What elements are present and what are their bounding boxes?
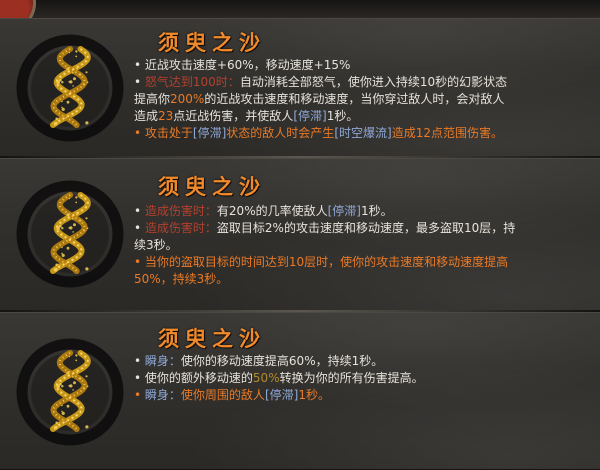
description-line: • 造成伤害时：有20%的几率使敌人[停滞]1秒。 xyxy=(134,203,586,220)
description-line: 造成23点近战伤害，并使敌人[停滞]1秒。 xyxy=(134,108,586,125)
status-keyword: [停滞] xyxy=(192,126,227,140)
status-keyword: [时空爆流] xyxy=(334,126,392,140)
description-text: 当你的盗取目标的时间达到10层时，使你的攻击速度和移动速度提高 xyxy=(144,255,509,269)
description-line: • 瞬身：使你周围的敌人[停滞]1秒。 xyxy=(134,387,586,404)
description-text: 续3秒。 xyxy=(134,238,178,252)
description-line: • 造成伤害时：盗取目标2%的攻击速度和移动速度，最多盗取10层，持 xyxy=(134,220,586,237)
bullet-icon: • xyxy=(134,221,145,235)
description-text: 点近战伤害，并使敌人 xyxy=(173,109,294,123)
golden-sand-helix-icon xyxy=(14,177,126,289)
item-card-2[interactable]: 须臾之沙 • 造成伤害时：有20%的几率使敌人[停滞]1秒。 • 造成伤害时：盗取… xyxy=(0,158,600,312)
item-description: • 造成伤害时：有20%的几率使敌人[停滞]1秒。 • 造成伤害时：盗取目标2%的… xyxy=(134,203,586,288)
description-text: 1秒。 xyxy=(298,388,330,402)
description-line: 续3秒。 xyxy=(134,237,586,254)
status-keyword: 瞬身： xyxy=(144,354,181,368)
description-text: 23 xyxy=(158,109,174,123)
description-line: • 攻击处于[停滞]状态的敌人时会产生[时空爆流]造成12点范围伤害。 xyxy=(134,125,586,142)
item-card-3[interactable]: 须臾之沙 • 瞬身：使你的移动速度提高60%，持续1秒。 • 使你的额外移动速的5… xyxy=(0,312,600,470)
trigger-keyword: 怒气达到100时： xyxy=(144,75,240,89)
item-description: • 近战攻击速度+60%，移动速度+15% • 怒气达到100时：自动消耗全部怒气… xyxy=(134,57,586,142)
bullet-icon: • xyxy=(134,58,145,72)
description-line: • 当你的盗取目标的时间达到10层时，使你的攻击速度和移动速度提高 xyxy=(134,254,586,271)
description-text: 造成 xyxy=(134,109,159,123)
bullet-icon: • xyxy=(134,204,145,218)
bullet-icon: • xyxy=(134,75,145,89)
bullet-icon: • xyxy=(134,126,145,140)
bullet-icon: • xyxy=(134,371,145,385)
description-text: 提高你 xyxy=(134,92,171,106)
description-line: 50%，持续3秒。 xyxy=(134,271,586,288)
description-text: 的近战攻击速度和移动速度，当你穿过敌人时，会对敌人 xyxy=(204,92,505,106)
bullet-icon: • xyxy=(134,388,145,402)
description-text: 1秒。 xyxy=(360,204,393,218)
description-text: 50% xyxy=(252,371,280,385)
description-text: 盗取目标2%的攻击速度和移动速度，最多盗取10层，持 xyxy=(216,221,516,235)
description-line: • 近战攻击速度+60%，移动速度+15% xyxy=(134,57,586,74)
description-line: • 怒气达到100时：自动消耗全部怒气，使你进入持续10秒的幻影状态 xyxy=(134,74,586,91)
status-keyword: 瞬身： xyxy=(144,388,181,402)
golden-sand-helix-icon xyxy=(14,31,126,143)
status-keyword: [停滞] xyxy=(327,204,361,218)
golden-sand-helix-icon xyxy=(14,335,126,447)
item-description: • 瞬身：使你的移动速度提高60%，持续1秒。 • 使你的额外移动速的50%转换为… xyxy=(134,353,586,404)
description-text: 自动消耗全部怒气，使你进入持续10秒的幻影状态 xyxy=(239,75,508,89)
description-text: 攻击处于 xyxy=(144,126,193,140)
item-title: 须臾之沙 xyxy=(158,327,266,351)
description-text: 200% xyxy=(170,92,205,106)
trigger-keyword: 造成伤害时： xyxy=(144,221,217,235)
item-title: 须臾之沙 xyxy=(158,175,266,199)
item-title: 须臾之沙 xyxy=(158,31,266,55)
status-keyword: [停滞] xyxy=(264,388,299,402)
description-text: 使你的移动速度提高60%，持续1秒。 xyxy=(180,354,384,368)
item-card-1[interactable]: 须臾之沙 • 近战攻击速度+60%，移动速度+15% • 怒气达到100时：自动消… xyxy=(0,18,600,158)
description-line: • 瞬身：使你的移动速度提高60%，持续1秒。 xyxy=(134,353,586,370)
status-keyword: [停滞] xyxy=(293,109,327,123)
description-text: 50%，持续3秒。 xyxy=(134,272,229,286)
top-frame-strip xyxy=(0,0,600,18)
bullet-icon: • xyxy=(134,255,145,269)
description-text: 近战攻击速度+60%，移动速度+15% xyxy=(144,58,351,72)
description-text: 状态的敌人时会产生 xyxy=(226,126,335,140)
description-text: 使你的额外移动速的 xyxy=(144,371,253,385)
description-line: • 使你的额外移动速的50%转换为你的所有伤害提高。 xyxy=(134,370,586,387)
description-line: 提高你200%的近战攻击速度和移动速度，当你穿过敌人时，会对敌人 xyxy=(134,91,586,108)
description-text: 造成12点范围伤害。 xyxy=(391,126,503,140)
bullet-icon: • xyxy=(134,354,145,368)
description-text: 转换为你的所有伤害提高。 xyxy=(279,371,424,385)
description-text: 有20%的几率使敌人 xyxy=(216,204,328,218)
trigger-keyword: 造成伤害时： xyxy=(144,204,217,218)
description-text: 使你周围的敌人 xyxy=(180,388,265,402)
description-text: 1秒。 xyxy=(326,109,359,123)
